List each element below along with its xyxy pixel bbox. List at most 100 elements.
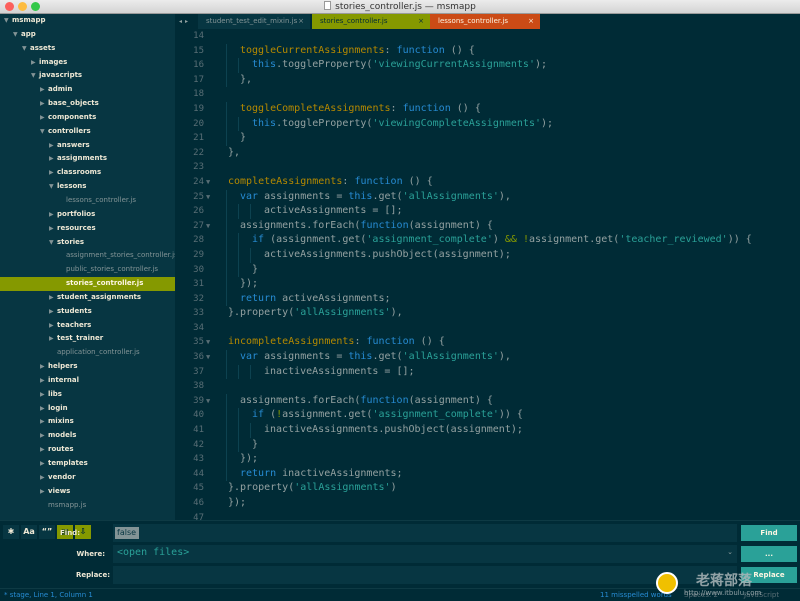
disclosure-closed-icon[interactable]: ▶	[31, 56, 39, 70]
tab-close-icon[interactable]: ×	[418, 14, 424, 29]
disclosure-closed-icon[interactable]: ▶	[49, 222, 57, 236]
disclosure-closed-icon[interactable]: ▶	[40, 443, 48, 457]
disclosure-closed-icon[interactable]: ▶	[49, 166, 57, 180]
disclosure-closed-icon[interactable]: ▶	[49, 332, 57, 346]
code-line[interactable]: 24 ▼ completeAssignments: function () {	[176, 175, 800, 190]
tree-folder[interactable]: ▶ resources	[0, 222, 175, 236]
tree-folder[interactable]: ▼ assets	[0, 42, 175, 56]
code-line[interactable]: 17},	[176, 72, 800, 88]
tree-file[interactable]: msmapp.js	[0, 499, 175, 513]
fold-arrow-icon[interactable]: ▼	[206, 350, 210, 365]
tree-folder[interactable]: ▶ vendor	[0, 471, 175, 485]
code-line[interactable]: 31});	[176, 277, 800, 292]
code-line[interactable]: 42}	[176, 437, 800, 453]
code-line[interactable]: 15 toggleCurrentAssignments: function () …	[176, 43, 800, 59]
tab-next-icon[interactable]: ▸	[185, 18, 191, 25]
tree-folder[interactable]: ▼ javascripts	[0, 69, 175, 83]
disclosure-closed-icon[interactable]: ▶	[40, 360, 48, 374]
code-line[interactable]: 18	[176, 87, 800, 102]
disclosure-open-icon[interactable]: ▼	[4, 14, 12, 28]
code-line[interactable]: 32 return activeAssignments;	[176, 291, 800, 307]
disclosure-open-icon[interactable]: ▼	[22, 42, 30, 56]
disclosure-closed-icon[interactable]: ▶	[40, 457, 48, 471]
disclosure-open-icon[interactable]: ▼	[31, 69, 39, 83]
fold-arrow-icon[interactable]: ▼	[206, 394, 210, 409]
disclosure-closed-icon[interactable]: ▶	[40, 388, 48, 402]
tree-folder[interactable]: ▼ msmapp	[0, 14, 175, 28]
disclosure-closed-icon[interactable]: ▶	[49, 305, 57, 319]
find-input[interactable]: false	[113, 524, 737, 542]
tree-folder[interactable]: ▶ mixins	[0, 415, 175, 429]
code-line[interactable]: 22},	[176, 146, 800, 161]
tab-close-icon[interactable]: ×	[528, 14, 534, 29]
code-line[interactable]: 41 inactiveAssignments.pushObject(assignm…	[176, 423, 800, 438]
code-line[interactable]: 29 activeAssignments.pushObject(assignmen…	[176, 247, 800, 263]
fold-arrow-icon[interactable]: ▼	[206, 219, 210, 234]
tree-folder[interactable]: ▶ teachers	[0, 319, 175, 333]
tree-folder[interactable]: ▶ student_assignments	[0, 291, 175, 305]
tree-folder[interactable]: ▶ classrooms	[0, 166, 175, 180]
disclosure-open-icon[interactable]: ▼	[49, 180, 57, 194]
tree-folder[interactable]: ▶ answers	[0, 139, 175, 153]
code-line[interactable]: 33}.property('allAssignments'),	[176, 306, 800, 321]
tree-folder[interactable]: ▶ base_objects	[0, 97, 175, 111]
tree-folder[interactable]: ▼ lessons	[0, 180, 175, 194]
fold-arrow-icon[interactable]: ▼	[206, 175, 210, 190]
disclosure-closed-icon[interactable]: ▶	[49, 139, 57, 153]
fold-arrow-icon[interactable]: ▼	[206, 335, 210, 350]
tree-folder[interactable]: ▶ routes	[0, 443, 175, 457]
code-line[interactable]: 25 ▼ var assignments = this.get('allAssign…	[176, 189, 800, 205]
code-line[interactable]: 46});	[176, 496, 800, 511]
tree-folder[interactable]: ▼ stories	[0, 236, 175, 250]
code-line[interactable]: 39 ▼ assignments.forEach(function(assignme…	[176, 393, 800, 409]
code-line[interactable]: 45}.property('allAssignments')	[176, 481, 800, 496]
chevron-down-icon[interactable]: ⌄	[727, 548, 733, 556]
tree-file[interactable]: assignment_stories_controller.js	[0, 249, 175, 263]
tree-folder[interactable]: ▶ images	[0, 56, 175, 70]
disclosure-closed-icon[interactable]: ▶	[40, 429, 48, 443]
tree-file[interactable]: public_stories_controller.js	[0, 263, 175, 277]
tab-student-test-edit-mixin[interactable]: student_test_edit_mixin.js ×	[198, 14, 310, 29]
code-line[interactable]: 35 ▼ incompleteAssignments: function () {	[176, 335, 800, 350]
code-line[interactable]: 26 activeAssignments = [];	[176, 204, 800, 219]
code-line[interactable]: 43});	[176, 452, 800, 467]
tree-folder[interactable]: ▶ components	[0, 111, 175, 125]
tree-folder[interactable]: ▶ portfolios	[0, 208, 175, 222]
disclosure-open-icon[interactable]: ▼	[13, 28, 21, 42]
tree-folder[interactable]: ▶ internal	[0, 374, 175, 388]
tab-lessons-controller[interactable]: lessons_controller.js ×	[430, 14, 540, 29]
code-line[interactable]: 34	[176, 321, 800, 336]
code-line[interactable]: 36 ▼ var assignments = this.get('allAssign…	[176, 350, 800, 365]
disclosure-closed-icon[interactable]: ▶	[40, 83, 48, 97]
code-line[interactable]: 27 ▼ assignments.forEach(function(assignme…	[176, 218, 800, 234]
code-line[interactable]: 20 this.toggleProperty('viewingCompleteAs…	[176, 116, 800, 132]
tree-folder[interactable]: ▼ app	[0, 28, 175, 42]
disclosure-closed-icon[interactable]: ▶	[49, 152, 57, 166]
code-line[interactable]: 23	[176, 160, 800, 175]
code-line[interactable]: 16 this.toggleProperty('viewingCurrentAss…	[176, 58, 800, 73]
tree-file[interactable]: lessons_controller.js	[0, 194, 175, 208]
disclosure-closed-icon[interactable]: ▶	[40, 97, 48, 111]
tree-folder[interactable]: ▶ login	[0, 402, 175, 416]
close-window-button[interactable]	[5, 2, 14, 11]
replace-input[interactable]	[113, 566, 737, 584]
tab-stories-controller[interactable]: stories_controller.js ×	[312, 14, 430, 29]
disclosure-open-icon[interactable]: ▼	[40, 125, 48, 139]
tree-folder[interactable]: ▶ views	[0, 485, 175, 499]
code-line[interactable]: 38	[176, 379, 800, 394]
code-line[interactable]: 30}	[176, 262, 800, 278]
disclosure-closed-icon[interactable]: ▶	[49, 319, 57, 333]
where-input[interactable]: <open files> ⌄	[113, 545, 737, 563]
disclosure-closed-icon[interactable]: ▶	[49, 208, 57, 222]
regex-toggle-icon[interactable]: ✱	[3, 525, 19, 539]
tree-folder[interactable]: ▶ test_trainer	[0, 332, 175, 346]
tree-folder[interactable]: ▼ controllers	[0, 125, 175, 139]
disclosure-closed-icon[interactable]: ▶	[49, 291, 57, 305]
disclosure-open-icon[interactable]: ▼	[49, 236, 57, 250]
code-line[interactable]: 28 if (assignment.get('assignment_complet…	[176, 233, 800, 248]
tree-folder[interactable]: ▶ templates	[0, 457, 175, 471]
code-line[interactable]: 47	[176, 511, 800, 520]
tree-folder[interactable]: ▶ students	[0, 305, 175, 319]
tree-folder[interactable]: ▶ helpers	[0, 360, 175, 374]
tree-file[interactable]: application_controller.js	[0, 346, 175, 360]
